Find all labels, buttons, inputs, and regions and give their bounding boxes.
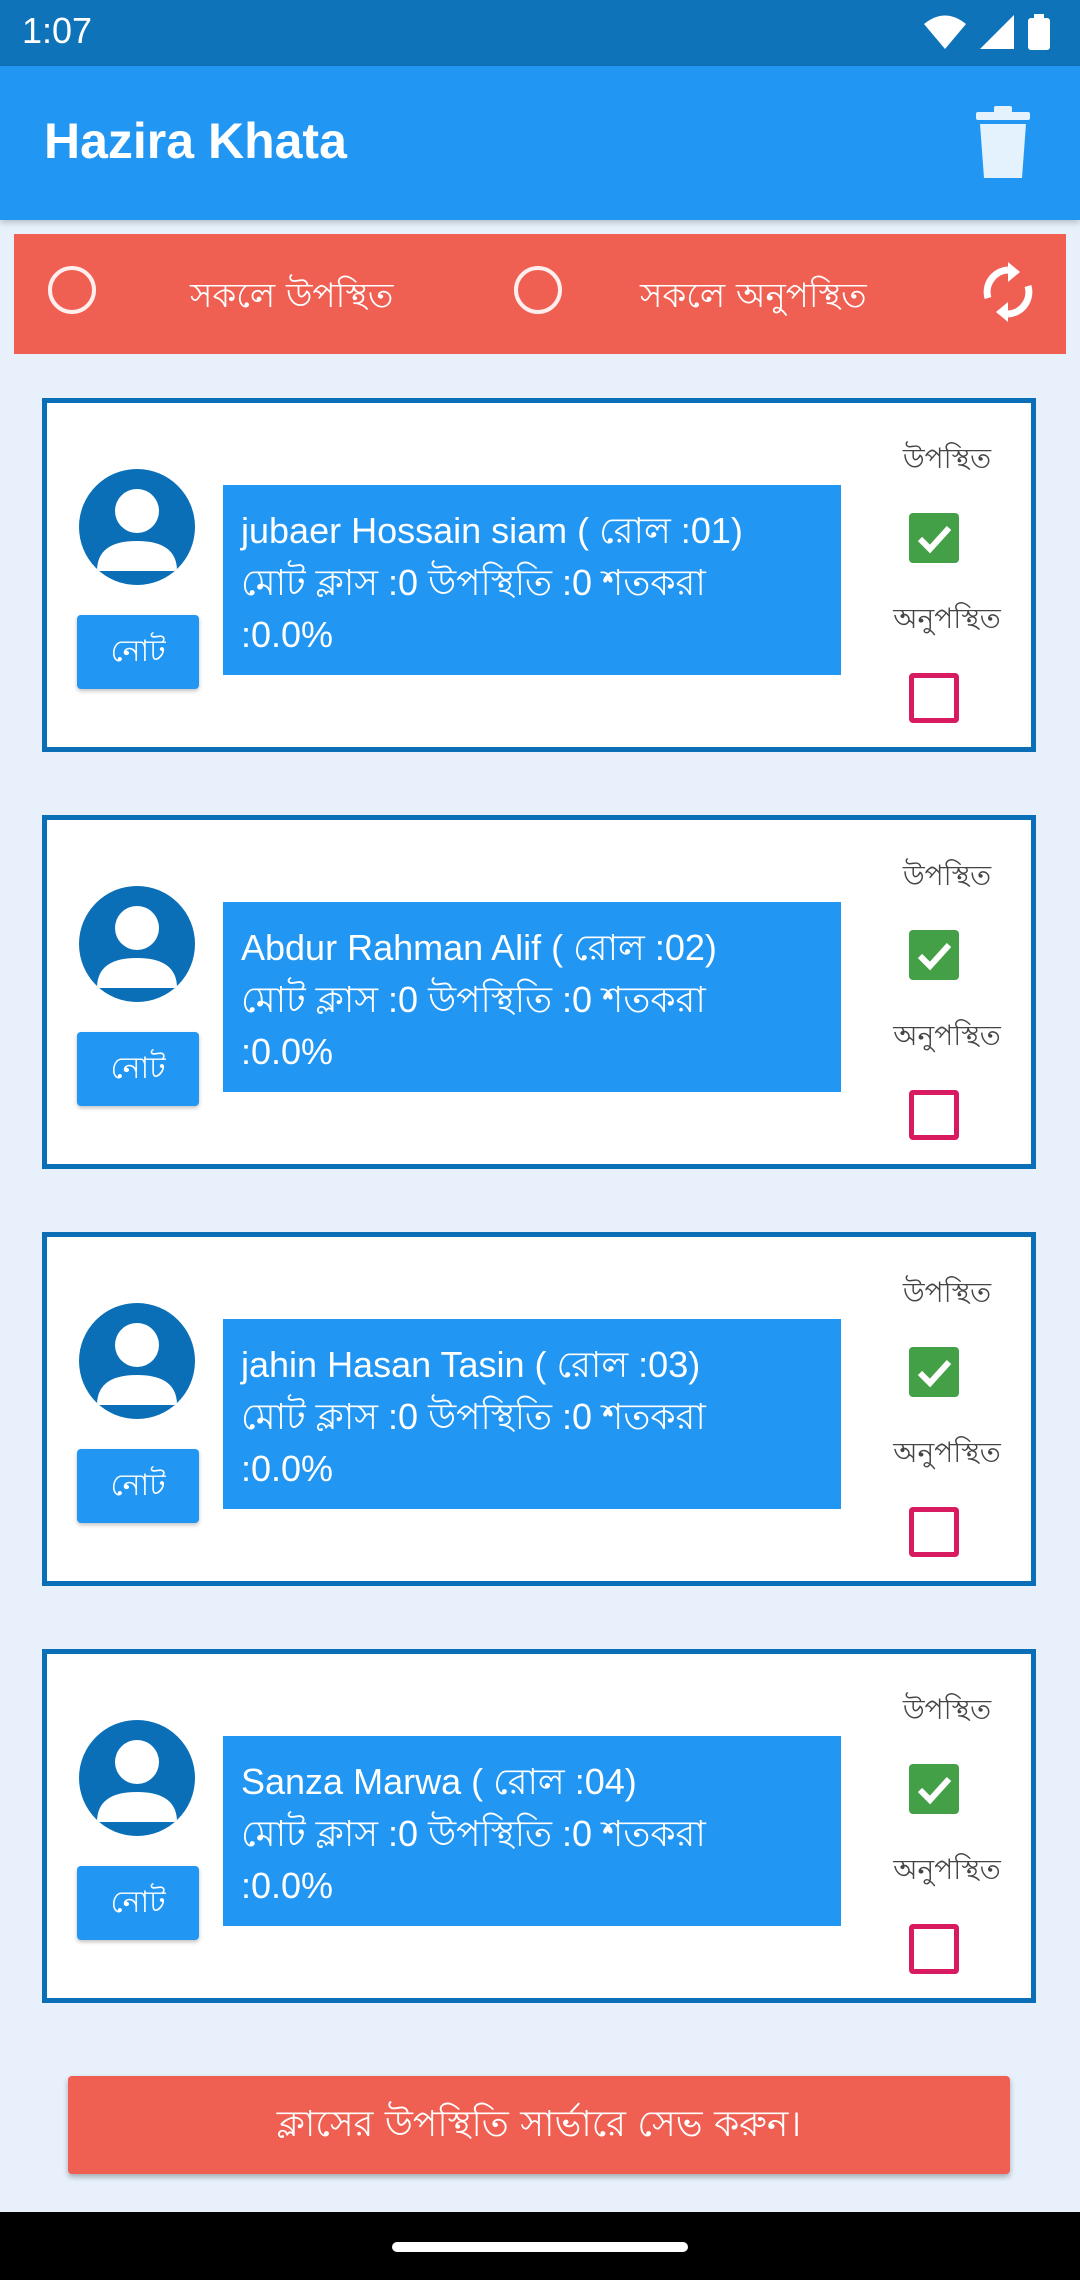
student-percent: :0.0% xyxy=(241,1448,334,1489)
absent-label: অনুপস্থিত xyxy=(893,1436,1001,1469)
present-checkbox[interactable] xyxy=(909,930,959,980)
app-bar: Hazira Khata xyxy=(0,66,1080,220)
person-icon xyxy=(97,489,177,571)
student-card: নোট jubaer Hossain siam ( রোল :01) মোট ক… xyxy=(42,398,1036,752)
refresh-icon[interactable] xyxy=(980,262,1036,322)
attendance-toggle-bar: সকলে উপস্থিত সকলে অনুপস্থিত xyxy=(14,234,1066,354)
absent-checkbox[interactable] xyxy=(909,673,959,723)
wifi-icon xyxy=(924,15,966,49)
present-checkbox[interactable] xyxy=(909,513,959,563)
student-stats: মোট ক্লাস :0 উপস্থিতি :0 শতকরা xyxy=(241,1396,706,1437)
status-time: 1:07 xyxy=(22,10,93,51)
student-name-roll: Sanza Marwa ( রোল :04) xyxy=(241,1761,637,1802)
avatar xyxy=(79,1720,195,1836)
all-present-radio[interactable] xyxy=(48,266,96,314)
absent-checkbox[interactable] xyxy=(909,1924,959,1974)
all-absent-label[interactable]: সকলে অনুপস্থিত xyxy=(640,270,867,327)
present-label: উপস্থিত xyxy=(902,1693,992,1726)
person-icon xyxy=(97,1323,177,1405)
avatar xyxy=(79,469,195,585)
student-card: নোট Abdur Rahman Alif ( রোল :02) মোট ক্ল… xyxy=(42,815,1036,1169)
status-bar: 1:07 xyxy=(0,0,1080,66)
student-percent: :0.0% xyxy=(241,1031,334,1072)
check-icon xyxy=(917,1359,952,1388)
person-icon xyxy=(97,906,177,988)
absent-checkbox[interactable] xyxy=(909,1507,959,1557)
person-icon xyxy=(97,1740,177,1822)
student-name-roll: jubaer Hossain siam ( রোল :01) xyxy=(241,510,743,551)
check-icon xyxy=(917,942,952,971)
student-info: jahin Hasan Tasin ( রোল :03) মোট ক্লাস :… xyxy=(223,1319,841,1509)
trash-icon[interactable] xyxy=(976,106,1030,178)
save-attendance-button[interactable]: ক্লাসের উপস্থিতি সার্ভারে সেভ করুন। xyxy=(68,2076,1010,2174)
home-gesture-handle[interactable] xyxy=(392,2242,688,2252)
present-label: উপস্থিত xyxy=(902,442,992,475)
student-info: Sanza Marwa ( রোল :04) মোট ক্লাস :0 উপস্… xyxy=(223,1736,841,1926)
present-checkbox[interactable] xyxy=(909,1347,959,1397)
avatar xyxy=(79,1303,195,1419)
check-icon xyxy=(917,525,952,554)
student-stats: মোট ক্লাস :0 উপস্থিতি :0 শতকরা xyxy=(241,979,706,1020)
check-icon xyxy=(917,1776,952,1805)
student-info: Abdur Rahman Alif ( রোল :02) মোট ক্লাস :… xyxy=(223,902,841,1092)
status-icons xyxy=(924,14,1050,50)
navigation-bar xyxy=(0,2212,1080,2280)
student-stats: মোট ক্লাস :0 উপস্থিতি :0 শতকরা xyxy=(241,1813,706,1854)
signal-icon xyxy=(980,15,1014,49)
all-present-label[interactable]: সকলে উপস্থিত xyxy=(190,270,393,327)
note-button[interactable]: নোট xyxy=(77,615,199,689)
present-checkbox[interactable] xyxy=(909,1764,959,1814)
student-card: নোট jahin Hasan Tasin ( রোল :03) মোট ক্ল… xyxy=(42,1232,1036,1586)
absent-checkbox[interactable] xyxy=(909,1090,959,1140)
present-label: উপস্থিত xyxy=(902,859,992,892)
battery-icon xyxy=(1028,14,1050,50)
note-button[interactable]: নোট xyxy=(77,1866,199,1940)
student-name-roll: Abdur Rahman Alif ( রোল :02) xyxy=(241,927,717,968)
student-percent: :0.0% xyxy=(241,614,334,655)
all-absent-radio[interactable] xyxy=(514,266,562,314)
absent-label: অনুপস্থিত xyxy=(893,1853,1001,1886)
present-label: উপস্থিত xyxy=(902,1276,992,1309)
student-name-roll: jahin Hasan Tasin ( রোল :03) xyxy=(241,1344,701,1385)
note-button[interactable]: নোট xyxy=(77,1032,199,1106)
student-stats: মোট ক্লাস :0 উপস্থিতি :0 শতকরা xyxy=(241,562,706,603)
student-card: নোট Sanza Marwa ( রোল :04) মোট ক্লাস :0 … xyxy=(42,1649,1036,2003)
student-info: jubaer Hossain siam ( রোল :01) মোট ক্লাস… xyxy=(223,485,841,675)
note-button[interactable]: নোট xyxy=(77,1449,199,1523)
absent-label: অনুপস্থিত xyxy=(893,1019,1001,1052)
absent-label: অনুপস্থিত xyxy=(893,602,1001,635)
avatar xyxy=(79,886,195,1002)
student-percent: :0.0% xyxy=(241,1865,334,1906)
app-title: Hazira Khata xyxy=(44,113,347,169)
